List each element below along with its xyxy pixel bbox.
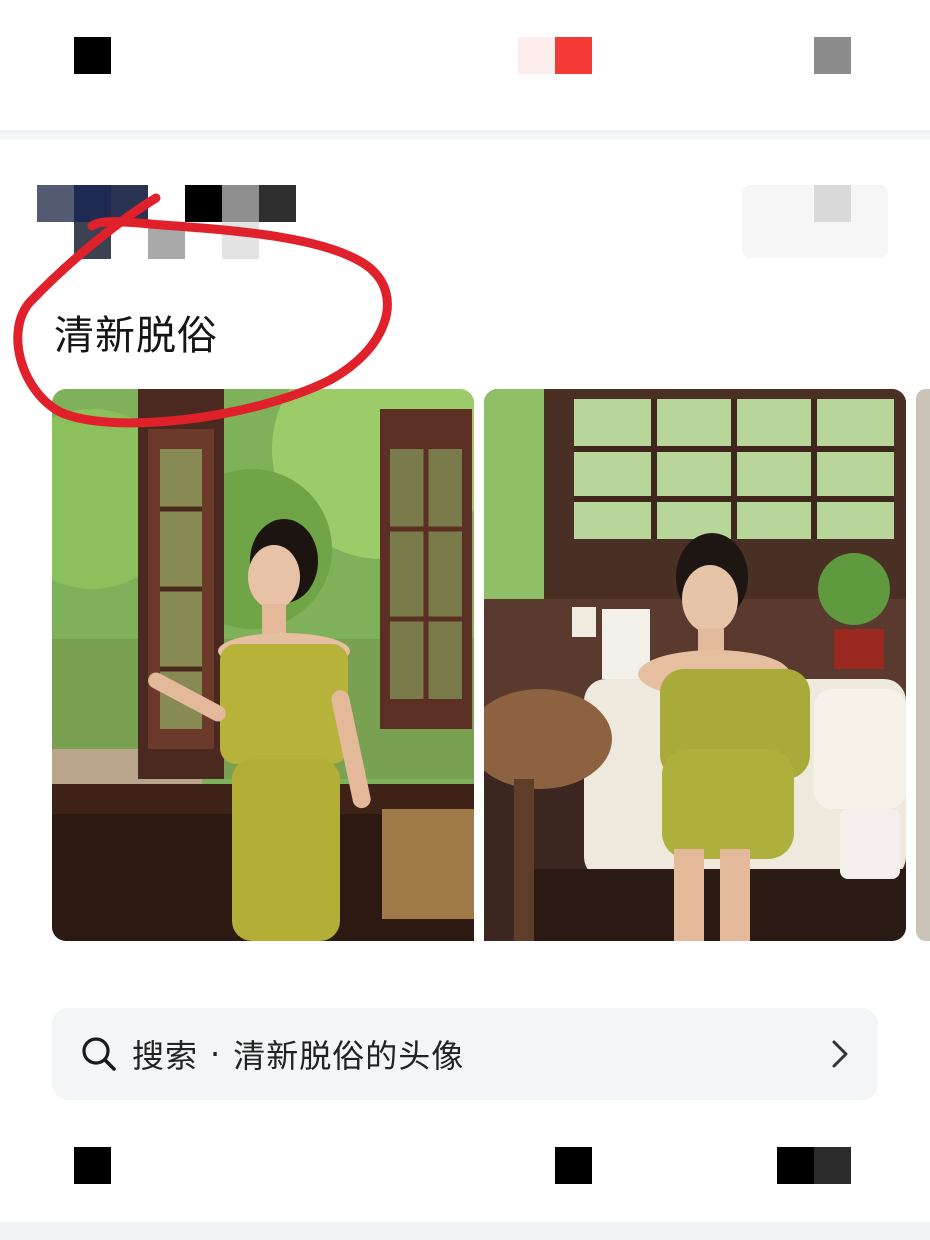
photo-woman-sitting-on-sofa <box>484 389 906 941</box>
toolbar-icon-center-light <box>518 37 555 74</box>
bottom-divider <box>0 1222 930 1240</box>
author-name-block <box>222 185 259 222</box>
action-icon-share[interactable] <box>777 1147 814 1184</box>
author-name-block <box>185 185 222 222</box>
action-icon-like[interactable] <box>74 1147 111 1184</box>
search-separator: · <box>210 1035 222 1073</box>
action-icon-share-part <box>814 1147 851 1184</box>
photo-woman-standing-by-window <box>52 389 474 941</box>
search-prefix: 搜索 <box>132 1037 199 1075</box>
search-icon <box>82 1037 116 1071</box>
follow-button-mark <box>814 185 851 222</box>
toolbar-icon-right[interactable] <box>814 37 851 74</box>
search-query: 清新脱俗的头像 <box>233 1037 465 1075</box>
author-meta-block <box>148 222 185 259</box>
chevron-right-icon <box>832 1040 848 1068</box>
toolbar-icon-left[interactable] <box>74 37 111 74</box>
avatar-part <box>74 222 111 259</box>
post-image-2[interactable] <box>484 389 906 941</box>
page: 清新脱俗 搜索 · 清新脱俗的头像 <box>0 0 930 1240</box>
post-image-3-partial[interactable] <box>916 389 930 941</box>
post-image-1[interactable] <box>52 389 474 941</box>
related-search-bar[interactable]: 搜索 · 清新脱俗的头像 <box>52 1008 878 1100</box>
author-name-block <box>259 185 296 222</box>
post-title: 清新脱俗 <box>54 313 218 359</box>
action-icon-comment[interactable] <box>555 1147 592 1184</box>
section-divider <box>0 130 930 140</box>
avatar-part <box>74 185 111 222</box>
avatar[interactable] <box>37 185 74 222</box>
toolbar-icon-center[interactable] <box>555 37 592 74</box>
avatar-part <box>111 185 148 222</box>
author-meta-block <box>222 222 259 259</box>
